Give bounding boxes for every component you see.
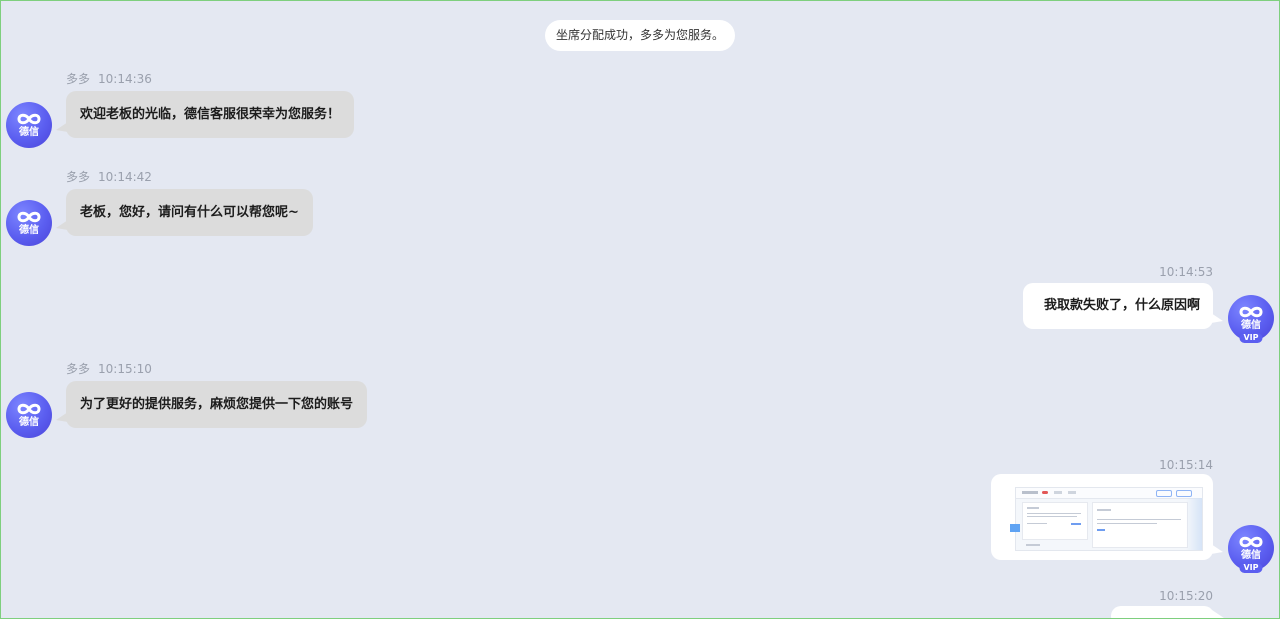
- avatar-brand-text: 德信: [19, 127, 39, 138]
- sender-name: 多多: [66, 72, 91, 86]
- screenshot-thumbnail[interactable]: [1010, 487, 1203, 551]
- message-text: 我取款失败了，什么原因啊: [1043, 298, 1200, 313]
- message-time: 10:14:53: [1159, 265, 1213, 279]
- avatar-brand-text: 德信: [19, 417, 39, 428]
- user-avatar[interactable]: 德信 VIP: [1228, 295, 1274, 343]
- message-text: 欢迎老板的光临，德信客服很荣幸为您服务！: [80, 107, 341, 122]
- message-meta: 多多 10:15:10: [66, 360, 152, 377]
- avatar-brand-text: 德信: [19, 225, 39, 236]
- user-message-bubble: [1111, 606, 1224, 618]
- agent-avatar[interactable]: 德信: [6, 102, 52, 148]
- agent-message-bubble: 欢迎老板的光临，德信客服很荣幸为您服务！: [55, 91, 355, 138]
- user-message-bubble: 我取款失败了，什么原因啊: [1022, 283, 1224, 329]
- vip-badge: VIP: [1239, 563, 1263, 573]
- dexin-infinity-logo-icon: [1239, 306, 1263, 318]
- system-notice: 坐席分配成功，多多为您服务。: [545, 20, 735, 51]
- message-time: 10:14:42: [98, 170, 152, 184]
- agent-message-bubble: 为了更好的提供服务，麻烦您提供一下您的账号: [55, 381, 368, 428]
- dexin-infinity-logo-icon: [17, 113, 41, 125]
- dexin-infinity-logo-icon: [17, 211, 41, 223]
- message-time: 10:15:20: [1159, 589, 1213, 603]
- message-time: 10:15:14: [1159, 458, 1213, 472]
- avatar-brand-text: 德信: [1241, 320, 1261, 331]
- chat-window: 坐席分配成功，多多为您服务。 多多 10:14:36 德信 欢迎老板的光临，德信客…: [0, 0, 1280, 619]
- dexin-infinity-logo-icon: [1239, 536, 1263, 548]
- message-text: 为了更好的提供服务，麻烦您提供一下您的账号: [80, 397, 354, 412]
- message-meta: 多多 10:14:36: [66, 70, 152, 87]
- message-text: 老板，您好，请问有什么可以帮您呢~: [80, 205, 299, 220]
- user-avatar[interactable]: 德信 VIP: [1228, 525, 1274, 573]
- user-image-bubble[interactable]: [991, 474, 1223, 560]
- dexin-infinity-logo-icon: [17, 403, 41, 415]
- agent-message-bubble: 老板，您好，请问有什么可以帮您呢~: [56, 189, 313, 236]
- avatar-brand-text: 德信: [1241, 550, 1261, 561]
- vip-badge: VIP: [1239, 333, 1263, 343]
- sender-name: 多多: [66, 362, 91, 376]
- message-time: 10:15:10: [98, 362, 152, 376]
- sender-name: 多多: [66, 170, 91, 184]
- agent-avatar[interactable]: 德信: [6, 392, 52, 438]
- message-meta: 多多 10:14:42: [66, 168, 152, 185]
- agent-avatar[interactable]: 德信: [6, 200, 52, 246]
- message-time: 10:14:36: [98, 72, 152, 86]
